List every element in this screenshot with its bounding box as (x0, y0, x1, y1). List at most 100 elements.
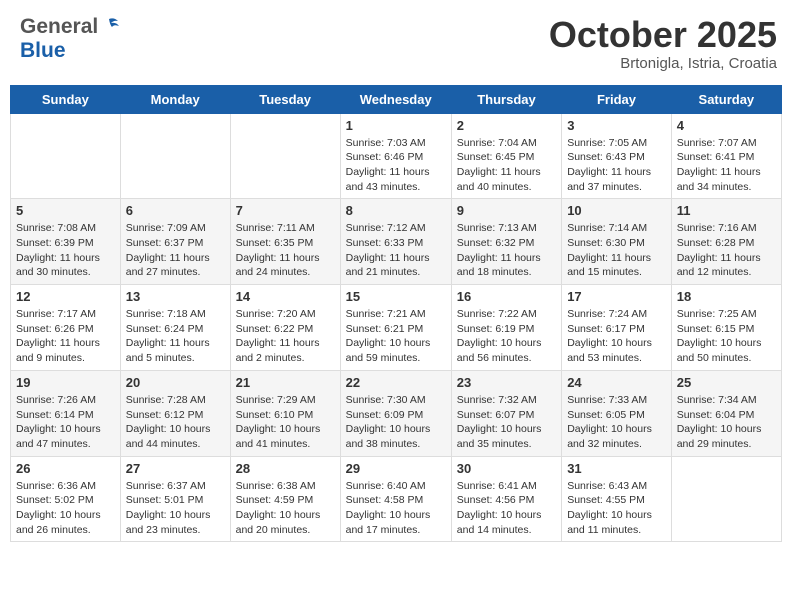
calendar-cell: 21 Sunrise: 7:29 AMSunset: 6:10 PMDayligh… (230, 370, 340, 456)
day-info: Sunrise: 7:08 AMSunset: 6:39 PMDaylight:… (16, 221, 115, 280)
day-number: 25 (677, 375, 776, 390)
day-info: Sunrise: 7:17 AMSunset: 6:26 PMDaylight:… (16, 307, 115, 366)
day-number: 26 (16, 461, 115, 476)
calendar-cell: 1Sunrise: 7:03 AMSunset: 6:46 PMDaylight… (340, 113, 451, 199)
day-info: Sunrise: 7:09 AMSunset: 6:37 PMDaylight:… (126, 221, 225, 280)
day-number: 15 (346, 289, 446, 304)
calendar-cell: 14Sunrise: 7:20 AMSunset: 6:22 PMDayligh… (230, 285, 340, 371)
day-number: 31 (567, 461, 666, 476)
week-row-5: 26 Sunrise: 6:36 AMSunset: 5:02 PMDayligh… (11, 456, 782, 542)
day-info: Sunrise: 6:43 AMSunset: 4:55 PMDaylight:… (567, 479, 666, 538)
day-number: 18 (677, 289, 776, 304)
day-info: Sunrise: 7:12 AMSunset: 6:33 PMDaylight:… (346, 221, 446, 280)
day-info: Sunrise: 7:29 AMSunset: 6:10 PMDaylight:… (236, 393, 335, 452)
location-subtitle: Brtonigla, Istria, Croatia (549, 55, 777, 72)
day-number: 6 (126, 203, 225, 218)
day-number: 8 (346, 203, 446, 218)
logo-blue-text: Blue (20, 39, 66, 63)
calendar-cell: 29Sunrise: 6:40 AMSunset: 4:58 PMDayligh… (340, 456, 451, 542)
day-info: Sunrise: 6:37 AMSunset: 5:01 PMDaylight:… (126, 479, 225, 538)
calendar-table: SundayMondayTuesdayWednesdayThursdayFrid… (10, 85, 782, 543)
day-info: Sunrise: 7:34 AMSunset: 6:04 PMDaylight:… (677, 393, 776, 452)
title-area: October 2025 Brtonigla, Istria, Croatia (549, 15, 777, 72)
calendar-cell: 10Sunrise: 7:14 AMSunset: 6:30 PMDayligh… (562, 199, 672, 285)
day-info: Sunrise: 6:36 AMSunset: 5:02 PMDaylight:… (16, 479, 115, 538)
day-info: Sunrise: 7:11 AMSunset: 6:35 PMDaylight:… (236, 221, 335, 280)
day-info: Sunrise: 7:28 AMSunset: 6:12 PMDaylight:… (126, 393, 225, 452)
day-info: Sunrise: 7:14 AMSunset: 6:30 PMDaylight:… (567, 221, 666, 280)
page-header: General Blue October 2025 Brtonigla, Ist… (10, 10, 782, 77)
calendar-cell (11, 113, 121, 199)
day-info: Sunrise: 7:21 AMSunset: 6:21 PMDaylight:… (346, 307, 446, 366)
day-info: Sunrise: 7:22 AMSunset: 6:19 PMDaylight:… (457, 307, 556, 366)
logo-text-general: General (20, 15, 120, 39)
calendar-cell: 9Sunrise: 7:13 AMSunset: 6:32 PMDaylight… (451, 199, 561, 285)
weekday-header-row: SundayMondayTuesdayWednesdayThursdayFrid… (11, 85, 782, 113)
calendar-cell: 17 Sunrise: 7:24 AMSunset: 6:17 PMDayligh… (562, 285, 672, 371)
calendar-cell: 20 Sunrise: 7:28 AMSunset: 6:12 PMDayligh… (120, 370, 230, 456)
week-row-4: 19 Sunrise: 7:26 AMSunset: 6:14 PMDayligh… (11, 370, 782, 456)
day-info: Sunrise: 7:26 AMSunset: 6:14 PMDaylight:… (16, 393, 115, 452)
day-number: 22 (346, 375, 446, 390)
day-info: Sunrise: 7:25 AMSunset: 6:15 PMDaylight:… (677, 307, 776, 366)
calendar-cell: 12Sunrise: 7:17 AMSunset: 6:26 PMDayligh… (11, 285, 121, 371)
day-info: Sunrise: 7:13 AMSunset: 6:32 PMDaylight:… (457, 221, 556, 280)
day-number: 20 (126, 375, 225, 390)
day-info: Sunrise: 7:30 AMSunset: 6:09 PMDaylight:… (346, 393, 446, 452)
day-info: Sunrise: 6:38 AMSunset: 4:59 PMDaylight:… (236, 479, 335, 538)
month-title: October 2025 (549, 15, 777, 55)
day-info: Sunrise: 7:07 AMSunset: 6:41 PMDaylight:… (677, 136, 776, 195)
weekday-header-thursday: Thursday (451, 85, 561, 113)
week-row-2: 5Sunrise: 7:08 AMSunset: 6:39 PMDaylight… (11, 199, 782, 285)
day-number: 4 (677, 118, 776, 133)
week-row-3: 12Sunrise: 7:17 AMSunset: 6:26 PMDayligh… (11, 285, 782, 371)
calendar-cell: 3 Sunrise: 7:05 AMSunset: 6:43 PMDaylight… (562, 113, 672, 199)
day-number: 19 (16, 375, 115, 390)
weekday-header-saturday: Saturday (671, 85, 781, 113)
day-number: 27 (126, 461, 225, 476)
day-number: 3 (567, 118, 666, 133)
day-info: Sunrise: 7:03 AMSunset: 6:46 PMDaylight:… (346, 136, 446, 195)
day-number: 16 (457, 289, 556, 304)
calendar-cell (120, 113, 230, 199)
calendar-cell: 8 Sunrise: 7:12 AMSunset: 6:33 PMDaylight… (340, 199, 451, 285)
calendar-cell: 4 Sunrise: 7:07 AMSunset: 6:41 PMDaylight… (671, 113, 781, 199)
weekday-header-sunday: Sunday (11, 85, 121, 113)
calendar-cell: 2Sunrise: 7:04 AMSunset: 6:45 PMDaylight… (451, 113, 561, 199)
day-info: Sunrise: 7:04 AMSunset: 6:45 PMDaylight:… (457, 136, 556, 195)
day-info: Sunrise: 7:05 AMSunset: 6:43 PMDaylight:… (567, 136, 666, 195)
calendar-cell: 23Sunrise: 7:32 AMSunset: 6:07 PMDayligh… (451, 370, 561, 456)
calendar-cell: 28Sunrise: 6:38 AMSunset: 4:59 PMDayligh… (230, 456, 340, 542)
day-number: 17 (567, 289, 666, 304)
weekday-header-monday: Monday (120, 85, 230, 113)
calendar-cell (671, 456, 781, 542)
day-info: Sunrise: 7:32 AMSunset: 6:07 PMDaylight:… (457, 393, 556, 452)
day-number: 21 (236, 375, 335, 390)
day-number: 30 (457, 461, 556, 476)
calendar-cell: 16 Sunrise: 7:22 AMSunset: 6:19 PMDayligh… (451, 285, 561, 371)
day-number: 29 (346, 461, 446, 476)
day-info: Sunrise: 7:16 AMSunset: 6:28 PMDaylight:… (677, 221, 776, 280)
day-info: Sunrise: 7:18 AMSunset: 6:24 PMDaylight:… (126, 307, 225, 366)
calendar-cell: 30Sunrise: 6:41 AMSunset: 4:56 PMDayligh… (451, 456, 561, 542)
calendar-cell: 5Sunrise: 7:08 AMSunset: 6:39 PMDaylight… (11, 199, 121, 285)
calendar-cell: 31 Sunrise: 6:43 AMSunset: 4:55 PMDayligh… (562, 456, 672, 542)
calendar-cell: 19 Sunrise: 7:26 AMSunset: 6:14 PMDayligh… (11, 370, 121, 456)
calendar-cell: 25 Sunrise: 7:34 AMSunset: 6:04 PMDayligh… (671, 370, 781, 456)
day-info: Sunrise: 7:24 AMSunset: 6:17 PMDaylight:… (567, 307, 666, 366)
calendar-cell: 27 Sunrise: 6:37 AMSunset: 5:01 PMDayligh… (120, 456, 230, 542)
logo-general: General (20, 15, 98, 39)
calendar-cell: 26 Sunrise: 6:36 AMSunset: 5:02 PMDayligh… (11, 456, 121, 542)
day-info: Sunrise: 7:33 AMSunset: 6:05 PMDaylight:… (567, 393, 666, 452)
calendar-cell: 24Sunrise: 7:33 AMSunset: 6:05 PMDayligh… (562, 370, 672, 456)
calendar-cell: 22 Sunrise: 7:30 AMSunset: 6:09 PMDayligh… (340, 370, 451, 456)
calendar-cell: 11Sunrise: 7:16 AMSunset: 6:28 PMDayligh… (671, 199, 781, 285)
calendar-cell (230, 113, 340, 199)
calendar-cell: 13 Sunrise: 7:18 AMSunset: 6:24 PMDayligh… (120, 285, 230, 371)
calendar-cell: 15 Sunrise: 7:21 AMSunset: 6:21 PMDayligh… (340, 285, 451, 371)
weekday-header-tuesday: Tuesday (230, 85, 340, 113)
day-number: 14 (236, 289, 335, 304)
day-number: 13 (126, 289, 225, 304)
logo-bird-icon (98, 17, 120, 37)
logo: General Blue (20, 15, 120, 63)
